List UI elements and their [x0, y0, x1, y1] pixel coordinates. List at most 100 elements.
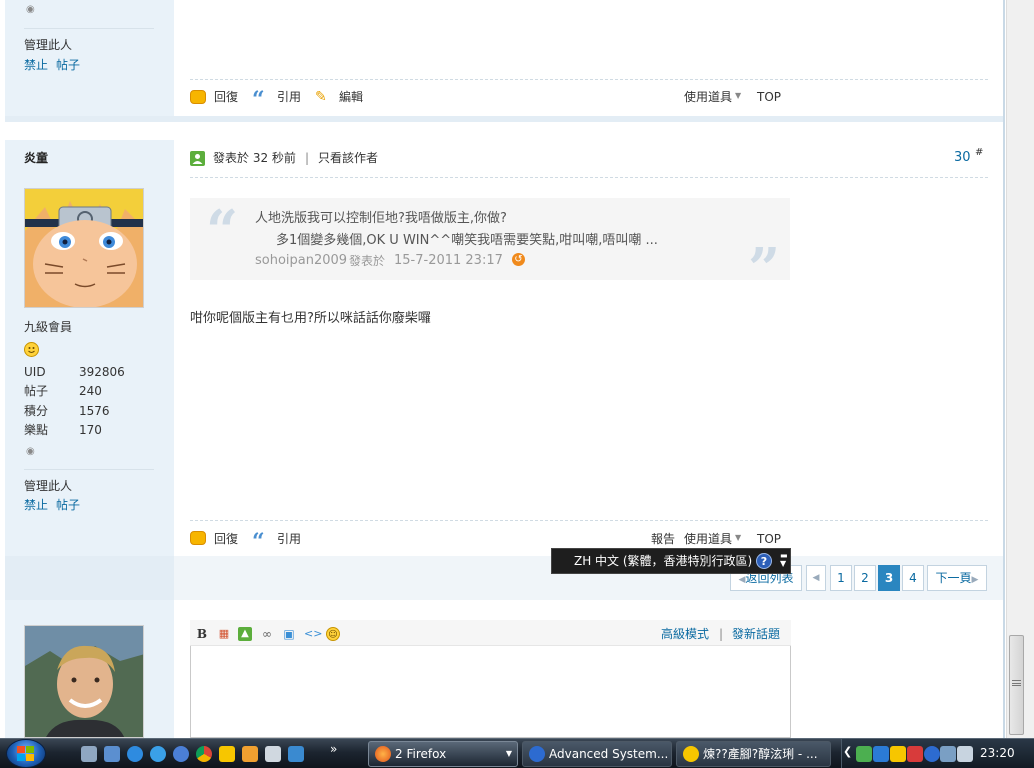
tray-messenger-icon[interactable] — [890, 746, 906, 762]
close-quote-icon: ” — [748, 236, 781, 302]
posts-link[interactable]: 帖子 — [56, 57, 80, 73]
stat-label: UID — [24, 365, 46, 379]
quote-icon: “ — [252, 529, 265, 555]
online-status-icon: ◉ — [26, 4, 35, 15]
task-label: 2 Firefox — [395, 747, 447, 761]
sidebar-divider — [24, 469, 154, 470]
quote-button[interactable]: 引用 — [277, 531, 301, 547]
scroll-grip-line — [1012, 683, 1021, 684]
advanced-mode-link[interactable]: 高級模式 — [661, 626, 709, 642]
window-icon[interactable] — [265, 746, 281, 762]
stat-value: 1576 — [79, 404, 110, 418]
tools-menu[interactable]: 使用道具 — [684, 89, 732, 105]
messenger-icon[interactable] — [219, 746, 235, 762]
naruto-avatar-image — [25, 189, 143, 307]
tray-app-c-icon[interactable] — [924, 746, 940, 762]
floor-number[interactable]: 30 — [954, 150, 971, 166]
quote-author: sohoipan2009 — [255, 253, 348, 268]
code-icon[interactable]: <> — [304, 627, 322, 641]
reply-button[interactable]: 回復 — [214, 531, 238, 547]
tray-app-icon[interactable] — [856, 746, 872, 762]
top-link[interactable]: TOP — [757, 89, 781, 105]
tray-app-icon[interactable] — [907, 746, 923, 762]
manage-label: 管理此人 — [24, 38, 73, 52]
ime-label: ZH 中文 (繁體，香港特別行政區) — [574, 554, 753, 568]
task-label: Advanced System... — [549, 747, 669, 761]
app-k-icon[interactable] — [173, 746, 189, 762]
vertical-scrollbar[interactable] — [1006, 0, 1034, 738]
stat-label: 樂點 — [24, 423, 49, 437]
internet-explorer-icon[interactable] — [127, 746, 143, 762]
man-avatar-image — [25, 626, 143, 737]
chevron-right-icon: ▶ — [971, 575, 979, 585]
post-divider — [190, 79, 988, 80]
volume-icon[interactable] — [957, 746, 973, 762]
tray-app-icon[interactable] — [873, 746, 889, 762]
author-online-icon — [190, 151, 205, 166]
explorer-icon[interactable] — [104, 746, 120, 762]
chrome-icon[interactable] — [196, 746, 212, 762]
forum-page: ◉ 管理此人 禁止 帖子 回復 “ 引用 ✎ 編輯 使用道具 ▼ TOP 炎童 — [0, 0, 1034, 738]
chevron-down-icon: ▼ — [735, 91, 742, 100]
quote-posted-on: 發表於 — [349, 254, 386, 268]
page-link-1[interactable]: 1 — [830, 565, 852, 591]
quote-date: 15-7-2011 23:17 — [394, 253, 503, 268]
messenger-icon — [683, 746, 699, 762]
tools-menu[interactable]: 使用道具 — [684, 531, 732, 547]
reply-icon — [190, 531, 206, 545]
reply-button[interactable]: 回復 — [214, 89, 238, 105]
new-topic-link[interactable]: 發新話題 — [732, 626, 780, 642]
member-rank: 九級會員 — [24, 320, 73, 334]
stat-label: 積分 — [24, 404, 49, 418]
taskbar-item-firefox[interactable]: 2 Firefox ▼ — [368, 741, 518, 767]
media-player-icon[interactable] — [242, 746, 258, 762]
only-author-link[interactable]: 只看該作者 — [318, 150, 378, 166]
stat-label: 帖子 — [24, 384, 49, 398]
author-name[interactable]: 炎童 — [24, 150, 48, 166]
sidebar-divider — [24, 28, 154, 29]
clock[interactable]: 23:20 — [980, 739, 1015, 767]
help-icon[interactable]: ? — [756, 553, 772, 569]
next-page-label: 下一頁 — [935, 571, 972, 585]
stat-value: 240 — [79, 384, 102, 398]
emoticon-icon[interactable]: ☺ — [326, 627, 340, 641]
taskbar-item-messenger[interactable]: 煉??產腳?醇泫琍 - ... — [676, 741, 831, 767]
ban-link[interactable]: 禁止 — [24, 497, 48, 513]
network-icon[interactable] — [940, 746, 956, 762]
prev-page-arrow-icon[interactable]: ◀ — [806, 565, 826, 591]
link-icon[interactable]: ∞ — [260, 627, 274, 641]
report-button[interactable]: 報告 — [651, 531, 675, 547]
post-separator — [5, 116, 1003, 122]
online-status-icon: ◉ — [26, 446, 35, 457]
pencil-icon: ✎ — [315, 89, 327, 105]
quote-button[interactable]: 引用 — [277, 89, 301, 105]
show-desktop-icon[interactable] — [81, 746, 97, 762]
ban-link[interactable]: 禁止 — [24, 57, 48, 73]
open-quote-icon: “ — [206, 198, 239, 264]
author-avatar[interactable] — [24, 188, 144, 308]
top-link[interactable]: TOP — [757, 531, 781, 547]
tray-expand-icon[interactable]: ❮ — [843, 745, 852, 758]
quote-line-1: 人地洗版我可以控制佢地?我唔做版主,你做? — [255, 211, 507, 226]
bold-button[interactable]: B — [195, 627, 209, 641]
color-grid-icon[interactable]: ▦ — [217, 627, 231, 641]
next-author-avatar[interactable] — [24, 625, 144, 738]
image-icon[interactable]: ▲ — [238, 627, 252, 641]
firefox-icon — [375, 746, 391, 762]
edit-button[interactable]: 編輯 — [339, 89, 363, 105]
next-page-button[interactable]: 下一頁▶ — [927, 565, 987, 591]
quote-bubble-icon[interactable]: ▣ — [282, 627, 296, 641]
page-link-2[interactable]: 2 — [854, 565, 876, 591]
page-link-4[interactable]: 4 — [902, 565, 924, 591]
app-icon[interactable] — [288, 746, 304, 762]
browser-icon[interactable] — [150, 746, 166, 762]
ime-options-icon[interactable]: ▬ ▼ — [780, 552, 788, 568]
posts-link[interactable]: 帖子 — [56, 497, 80, 513]
toolbar-divider: | — [719, 627, 724, 641]
taskbar-item-advanced-system[interactable]: Advanced System... — [522, 741, 672, 767]
more-quicklaunch-button[interactable]: » — [330, 741, 337, 757]
post-divider — [190, 520, 988, 521]
goto-original-icon[interactable]: ↺ — [512, 253, 525, 266]
ime-language-bar[interactable]: ZH 中文 (繁體，香港特別行政區) ? ▬ ▼ — [551, 548, 791, 574]
floor-mark: # — [975, 147, 984, 158]
